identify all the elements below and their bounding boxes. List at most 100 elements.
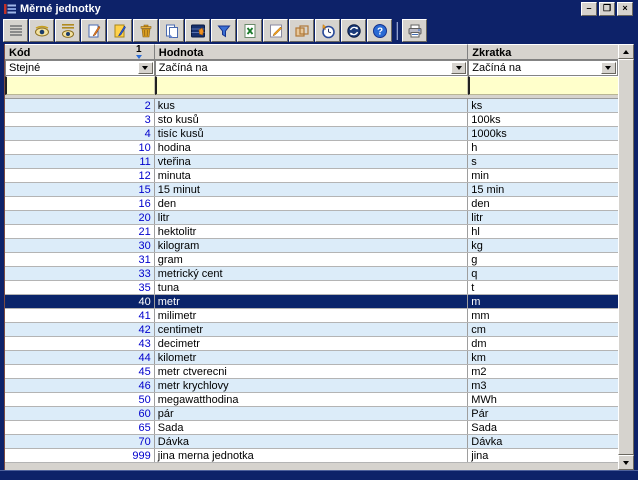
cell-value: vteřina xyxy=(155,155,468,168)
maximize-button[interactable]: ❒ xyxy=(599,2,615,16)
dropdown-button[interactable] xyxy=(451,62,466,74)
cell-abbr: min xyxy=(468,169,618,182)
table-row[interactable]: 46 metr krychlovy m3 xyxy=(5,379,618,393)
cell-code: 46 xyxy=(5,379,155,392)
print-button[interactable] xyxy=(402,19,427,42)
edit-record-icon xyxy=(112,23,128,39)
link-button[interactable] xyxy=(289,19,314,42)
grid-header: Kód 1 Hodnota Zkratka xyxy=(5,44,618,60)
cell-code: 42 xyxy=(5,323,155,336)
notes-icon xyxy=(268,23,284,39)
table-row[interactable]: 60 pár Pár xyxy=(5,407,618,421)
related-data-button[interactable] xyxy=(185,19,210,42)
new-record-button[interactable] xyxy=(81,19,106,42)
window-title: Měrné jednotky xyxy=(20,3,101,15)
cell-code: 70 xyxy=(5,435,155,448)
table-row[interactable]: 4 tisíc kusů 1000ks xyxy=(5,127,618,141)
table-row[interactable]: 3 sto kusů 100ks xyxy=(5,113,618,127)
table-row[interactable]: 11 vteřina s xyxy=(5,155,618,169)
new-record-icon xyxy=(86,23,102,39)
table-row[interactable]: 42 centimetr cm xyxy=(5,323,618,337)
table-row[interactable]: 21 hektolitr hl xyxy=(5,225,618,239)
table-row[interactable]: 15 15 minut 15 min xyxy=(5,183,618,197)
cell-value: tuna xyxy=(155,281,468,294)
history-button[interactable] xyxy=(315,19,340,42)
cell-value: pár xyxy=(155,407,468,420)
close-button[interactable]: × xyxy=(617,2,633,16)
table-row[interactable]: 44 kilometr km xyxy=(5,351,618,365)
delete-record-button[interactable] xyxy=(133,19,158,42)
column-header-hodnota[interactable]: Hodnota xyxy=(155,44,468,60)
cell-code: 2 xyxy=(5,99,155,112)
dropdown-button[interactable] xyxy=(138,62,153,74)
cell-abbr: kg xyxy=(468,239,618,252)
table-row[interactable]: 43 decimetr dm xyxy=(5,337,618,351)
excel-export-button[interactable] xyxy=(237,19,262,42)
filter-operator-zkratka[interactable]: Začíná na xyxy=(468,60,618,76)
table-row[interactable]: 12 minuta min xyxy=(5,169,618,183)
copy-record-button[interactable] xyxy=(159,19,184,42)
dropdown-button[interactable] xyxy=(601,62,616,74)
cell-code: 44 xyxy=(5,351,155,364)
cell-code: 11 xyxy=(5,155,155,168)
cell-abbr: 100ks xyxy=(468,113,618,126)
cell-code: 50 xyxy=(5,393,155,406)
filter-input-kod[interactable] xyxy=(5,76,155,95)
filter-input-hodnota[interactable] xyxy=(155,76,468,95)
table-row[interactable]: 2 kus ks xyxy=(5,99,618,113)
notes-button[interactable] xyxy=(263,19,288,42)
cell-abbr: km xyxy=(468,351,618,364)
filter-operator-kod[interactable]: Stejné xyxy=(5,60,155,76)
cell-code: 60 xyxy=(5,407,155,420)
filter-button[interactable] xyxy=(211,19,236,42)
minimize-button[interactable]: – xyxy=(581,2,597,16)
column-header-zkratka[interactable]: Zkratka xyxy=(468,44,618,60)
table-row[interactable]: 65 Sada Sada xyxy=(5,421,618,435)
cell-code: 999 xyxy=(5,449,155,462)
svg-text:?: ? xyxy=(376,26,382,37)
toolbar-separator xyxy=(396,22,398,40)
title-bar[interactable]: Měrné jednotky – ❒ × xyxy=(0,0,638,17)
cell-value: den xyxy=(155,197,468,210)
rows-button[interactable] xyxy=(3,19,28,42)
table-row[interactable]: 35 tuna t xyxy=(5,281,618,295)
table-row[interactable]: 33 metrický cent q xyxy=(5,267,618,281)
cell-code: 12 xyxy=(5,169,155,182)
related-data-icon xyxy=(190,23,206,39)
table-row[interactable]: 70 Dávka Dávka xyxy=(5,435,618,449)
refresh-button[interactable] xyxy=(341,19,366,42)
filter-icon xyxy=(216,23,232,39)
scrollbar-thumb[interactable] xyxy=(618,59,634,455)
table-row[interactable]: 20 litr litr xyxy=(5,211,618,225)
table-row[interactable]: 41 milimetr mm xyxy=(5,309,618,323)
table-row[interactable]: 999 jina merna jednotka jina xyxy=(5,449,618,463)
sort-asc-icon xyxy=(136,55,142,59)
scroll-down-button[interactable] xyxy=(618,455,634,470)
table-row[interactable]: 40 metr m xyxy=(5,295,618,309)
filter-value-row xyxy=(5,76,618,95)
edit-record-button[interactable] xyxy=(107,19,132,42)
column-header-kod[interactable]: Kód 1 xyxy=(5,44,155,60)
cell-abbr: ks xyxy=(468,99,618,112)
table-row[interactable]: 50 megawatthodina MWh xyxy=(5,393,618,407)
view-button[interactable] xyxy=(29,19,54,42)
view-grid-button[interactable] xyxy=(55,19,80,42)
table-row[interactable]: 16 den den xyxy=(5,197,618,211)
cell-code: 43 xyxy=(5,337,155,350)
table-row[interactable]: 10 hodina h xyxy=(5,141,618,155)
help-button[interactable]: ? xyxy=(367,19,392,42)
rows-icon xyxy=(8,23,24,39)
filter-operator-hodnota[interactable]: Začíná na xyxy=(155,60,468,76)
cell-abbr: t xyxy=(468,281,618,294)
filter-input-zkratka[interactable] xyxy=(468,76,618,95)
help-icon: ? xyxy=(372,23,388,39)
copy-record-icon xyxy=(164,23,180,39)
table-row[interactable]: 30 kilogram kg xyxy=(5,239,618,253)
cell-code: 15 xyxy=(5,183,155,196)
cell-abbr: m xyxy=(468,295,618,308)
window-icon[interactable] xyxy=(4,3,16,15)
table-row[interactable]: 31 gram g xyxy=(5,253,618,267)
table-row[interactable]: 45 metr ctverecni m2 xyxy=(5,365,618,379)
vertical-scrollbar[interactable] xyxy=(618,44,634,470)
scroll-up-button[interactable] xyxy=(618,44,634,59)
